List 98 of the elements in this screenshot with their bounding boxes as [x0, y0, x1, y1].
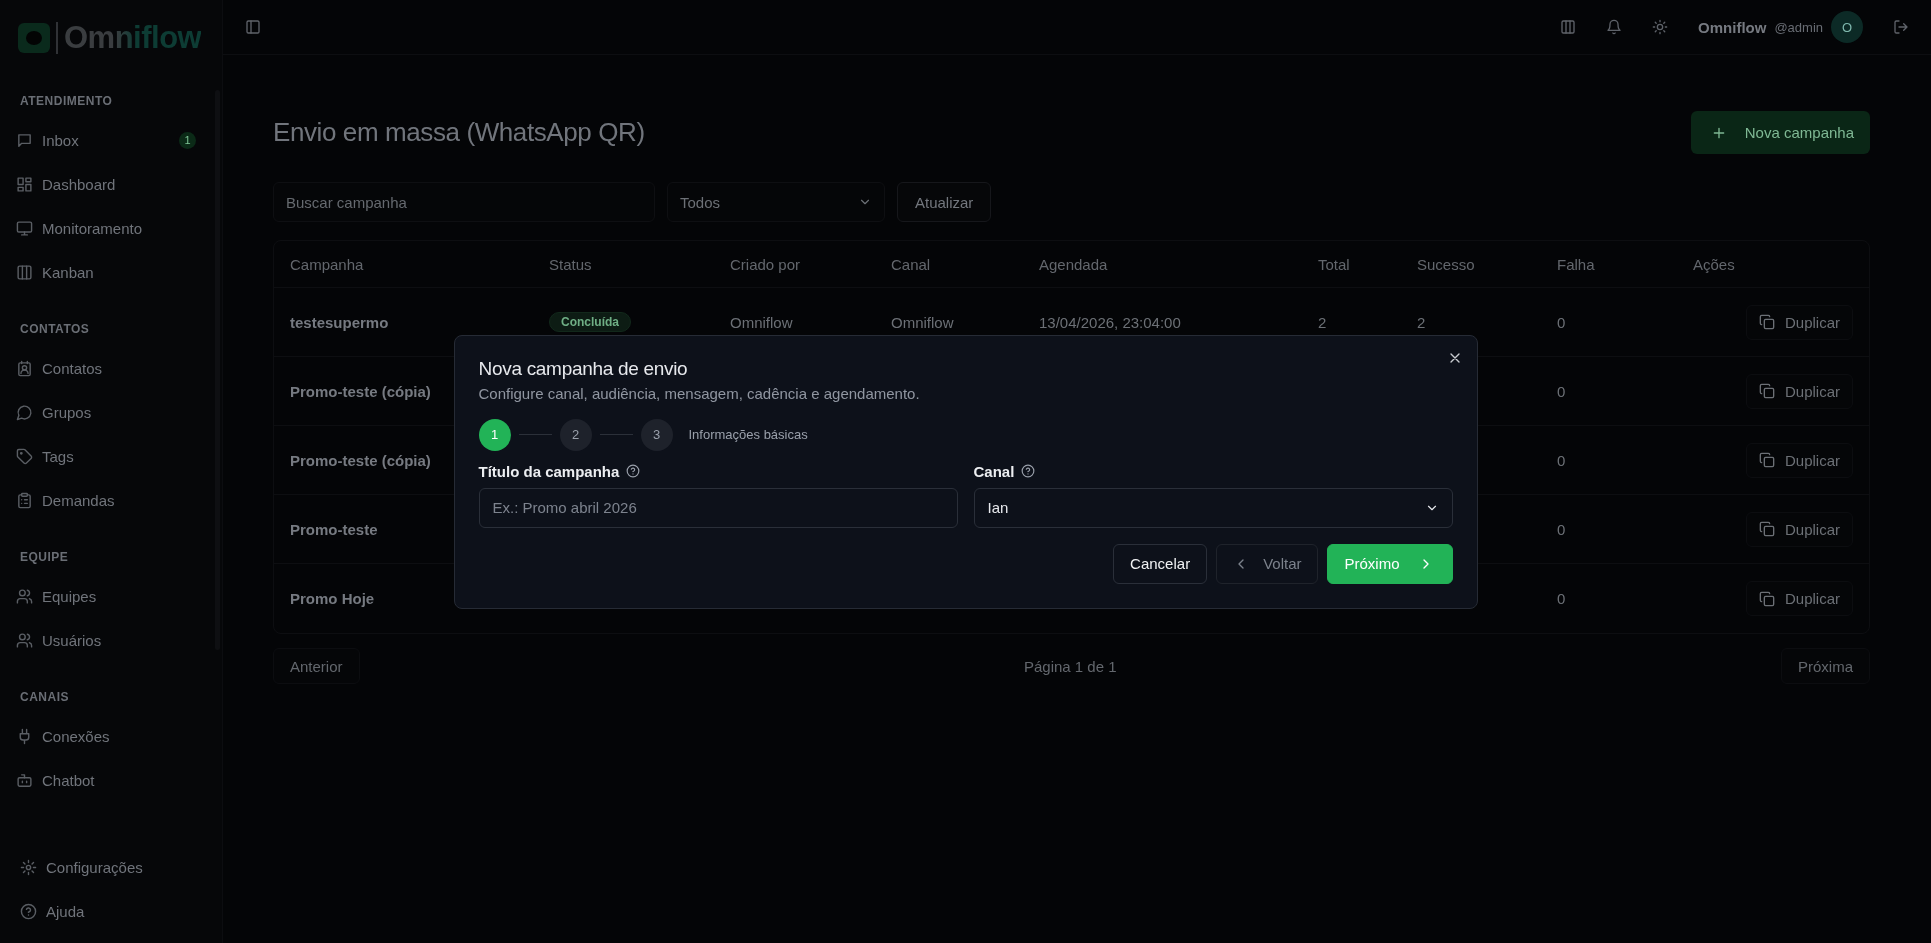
users-icon — [16, 587, 33, 605]
copy-icon — [1758, 521, 1775, 537]
table-cell: 0 — [1557, 382, 1566, 400]
copy-icon — [1758, 452, 1775, 468]
dialog-subtitle: Configure canal, audiência, mensagem, cadência e agendamento. — [478, 384, 921, 402]
nav-item[interactable]: Grupos — [16, 390, 196, 434]
column-header: Total — [1318, 255, 1350, 273]
section-title: CANAIS — [20, 690, 70, 704]
table-cell: 0 — [1557, 313, 1566, 331]
section-title: ATENDIMENTO — [20, 94, 114, 108]
nav-item[interactable]: Tags — [16, 434, 196, 478]
monitor-icon — [16, 219, 33, 237]
page-info: Página 1 de 1 — [1023, 657, 1117, 675]
status-filter-select[interactable]: Todos — [667, 182, 885, 222]
next-page-button[interactable]: Próxima — [1781, 648, 1870, 684]
section-title: CONTATOS — [20, 322, 91, 336]
column-header: Status — [549, 255, 592, 273]
column-header: Criado por — [730, 255, 801, 273]
copy-icon — [1758, 383, 1775, 399]
duplicate-button[interactable]: Duplicar — [1745, 373, 1853, 409]
tag-icon — [16, 447, 33, 465]
column-header: Campanha — [290, 255, 364, 273]
nav-item[interactable]: Kanban — [16, 250, 196, 294]
table-cell: 0 — [1557, 451, 1566, 469]
columns-icon — [1560, 19, 1577, 35]
table-cell: Omniflow — [730, 313, 793, 331]
contact-card-icon — [16, 359, 33, 377]
nav-item[interactable]: Monitoramento — [16, 206, 196, 250]
table-cell: Promo-teste — [290, 520, 378, 538]
cancel-button[interactable]: Cancelar — [1113, 543, 1208, 584]
help-icon — [626, 464, 641, 478]
field-label: Título da campanha — [478, 462, 620, 480]
refresh-button[interactable]: Atualizar — [897, 182, 992, 222]
avatar[interactable]: O — [1831, 11, 1863, 43]
table-cell: Omniflow — [891, 313, 954, 331]
help-icon — [20, 902, 37, 920]
next-button[interactable]: Próximo — [1327, 543, 1453, 584]
table-cell: 0 — [1557, 590, 1566, 607]
nav-item[interactable]: Conexões — [16, 714, 196, 758]
nav-item[interactable]: Dashboard — [16, 162, 196, 206]
input-field[interactable]: Ex.: Promo abril 2026 — [478, 487, 958, 528]
chat-bubble-icon — [16, 131, 33, 149]
logout-icon — [1893, 19, 1909, 35]
speech-bubble-icon — [16, 403, 33, 421]
duplicate-button[interactable]: Duplicar — [1745, 581, 1853, 616]
dashboard-grid-icon — [16, 175, 33, 193]
copy-icon — [1758, 314, 1775, 330]
nav-item[interactable]: Ajuda — [16, 889, 196, 933]
sidebar-toggle-icon — [245, 19, 261, 35]
channel-select[interactable]: Ian — [973, 487, 1453, 528]
nav-item[interactable]: Contatos — [16, 346, 196, 390]
table-cell: 2 — [1417, 313, 1426, 331]
step-title: Informações básicas — [688, 427, 808, 442]
field-label: Canal — [973, 462, 1015, 480]
dialog-title: Nova campanha de envio — [478, 357, 689, 380]
column-header: Agendada — [1039, 255, 1108, 273]
user-name: Omniflow — [1698, 18, 1767, 36]
bot-icon — [16, 771, 33, 789]
nav-item[interactable]: Inbox 1 — [16, 118, 196, 162]
bell-icon — [1606, 19, 1623, 35]
table-cell: testesupermo — [290, 313, 389, 331]
logo-icon — [18, 23, 50, 53]
nav-item[interactable]: Usuários — [16, 618, 196, 662]
column-header: Falha — [1557, 255, 1595, 273]
nav-item[interactable]: Chatbot — [16, 758, 196, 802]
sun-icon — [1652, 19, 1669, 35]
nav-item[interactable]: Configurações — [16, 845, 196, 889]
help-icon — [1021, 464, 1036, 478]
step-indicator[interactable]: 3 — [640, 418, 673, 451]
step-indicator[interactable]: 2 — [559, 418, 592, 451]
new-campaign-button[interactable]: Nova campanha — [1690, 111, 1870, 154]
previous-page-button[interactable]: Anterior — [273, 648, 360, 684]
columns-icon — [16, 263, 33, 281]
count-badge: 1 — [179, 131, 196, 149]
user-handle: @admin — [1774, 19, 1823, 35]
status-badge: Concluída — [549, 312, 631, 332]
column-header: Canal — [891, 255, 931, 273]
copy-icon — [1758, 590, 1775, 607]
users-icon — [16, 631, 33, 649]
nav-item[interactable]: Equipes — [16, 574, 196, 618]
section-title: EQUIPE — [20, 550, 70, 564]
duplicate-button[interactable]: Duplicar — [1745, 304, 1853, 340]
table-cell: 13/04/2026, 23:04:00 — [1039, 313, 1181, 331]
nav-item[interactable]: Demandas — [16, 478, 196, 522]
table-cell: 2 — [1318, 313, 1327, 331]
column-header: Sucesso — [1417, 255, 1475, 273]
settings-icon — [20, 858, 37, 876]
duplicate-button[interactable]: Duplicar — [1745, 442, 1853, 478]
table-cell: Promo Hoje — [290, 590, 375, 607]
page-title: Envio em massa (WhatsApp QR) — [273, 117, 645, 148]
search-field[interactable]: Buscar campanha — [273, 182, 655, 222]
step-indicator[interactable]: 1 — [478, 418, 511, 451]
table-cell: Promo-teste (cópia) — [290, 382, 431, 400]
duplicate-button[interactable]: Duplicar — [1745, 511, 1853, 547]
table-cell: Promo-teste (cópia) — [290, 451, 431, 469]
clipboard-icon — [16, 491, 33, 509]
table-cell: 0 — [1557, 520, 1566, 538]
column-header: Ações — [1693, 255, 1735, 273]
